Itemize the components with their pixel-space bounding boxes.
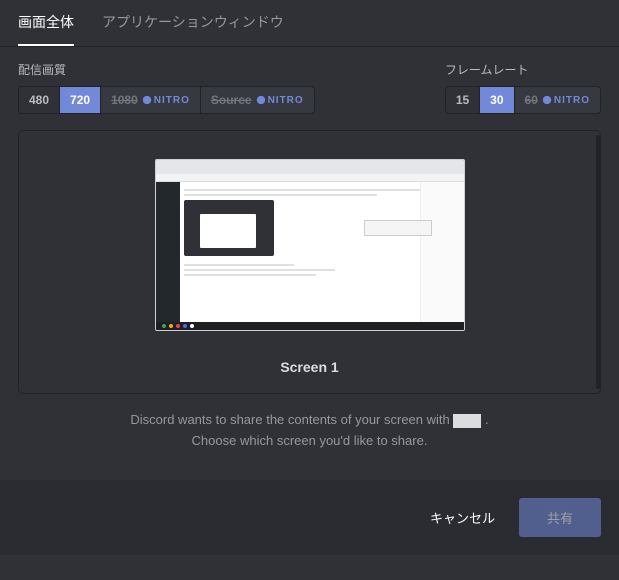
quality-1080-text: 1080 (111, 93, 138, 107)
framerate-options: 15 30 60 NITRO (445, 86, 601, 114)
cancel-button[interactable]: キャンセル (414, 498, 511, 537)
quality-source-nitro[interactable]: Source NITRO (201, 87, 314, 113)
tab-entire-screen[interactable]: 画面全体 (18, 0, 74, 46)
framerate-group: フレームレート 15 30 60 NITRO (445, 61, 601, 114)
share-prompt: Discord wants to share the contents of y… (0, 404, 619, 480)
screen-thumbnail[interactable] (155, 159, 465, 331)
nitro-badge-icon: NITRO (142, 95, 190, 106)
framerate-label: フレームレート (445, 61, 601, 78)
tab-bar: 画面全体 アプリケーションウィンドウ (0, 0, 619, 47)
screen-preview-area: Screen 1 (18, 130, 601, 394)
nitro-badge-icon: NITRO (542, 95, 590, 106)
quality-group: 配信画質 480 720 1080 NITRO Source NITRO (18, 61, 315, 114)
share-prompt-line2: Choose which screen you'd like to share. (192, 433, 428, 448)
share-target-blank (453, 414, 481, 428)
dialog-footer: キャンセル 共有 (0, 480, 619, 555)
nitro-badge-icon: NITRO (256, 95, 304, 106)
share-button[interactable]: 共有 (519, 498, 601, 537)
quality-source-text: Source (211, 93, 252, 107)
quality-720[interactable]: 720 (60, 87, 101, 113)
framerate-60-nitro[interactable]: 60 NITRO (515, 87, 600, 113)
quality-480[interactable]: 480 (19, 87, 60, 113)
settings-row: 配信画質 480 720 1080 NITRO Source NITRO フレー… (0, 47, 619, 120)
quality-label: 配信画質 (18, 61, 315, 78)
screen-label: Screen 1 (67, 359, 552, 375)
framerate-60-text: 60 (525, 93, 538, 107)
tab-app-window[interactable]: アプリケーションウィンドウ (102, 0, 284, 46)
framerate-15[interactable]: 15 (446, 87, 480, 113)
framerate-30[interactable]: 30 (480, 87, 514, 113)
quality-1080-nitro[interactable]: 1080 NITRO (101, 87, 201, 113)
share-prompt-line1: Discord wants to share the contents of y… (130, 412, 453, 427)
quality-options: 480 720 1080 NITRO Source NITRO (18, 86, 315, 114)
